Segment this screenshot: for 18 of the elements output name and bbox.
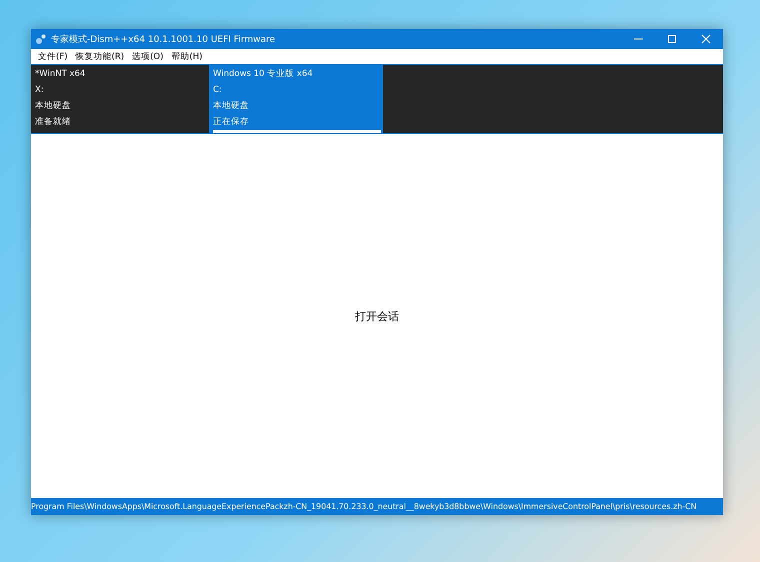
session-status: 准备就绪 [35, 116, 72, 129]
app-icon [35, 33, 47, 45]
menu-item[interactable]: 选项(O) [128, 50, 168, 62]
close-icon [701, 34, 711, 44]
menu-item[interactable]: 文件(F) [34, 50, 72, 62]
window-title: 专家模式-Dism++x64 10.1.1001.10 UEFI Firmware [51, 34, 276, 46]
content-message: 打开会话 [355, 308, 399, 324]
session-card[interactable]: Windows 10 专业版 x64 C: 本地硬盘 正在保存 [209, 65, 383, 133]
drive-letter: X: [35, 84, 45, 97]
menu-item[interactable]: 帮助(H) [167, 50, 206, 62]
drive-letter: C: [213, 84, 223, 97]
maximize-icon [667, 34, 677, 44]
session-name: *WinNT x64 [35, 68, 86, 81]
session-status: 正在保存 [213, 116, 250, 129]
session-name: Windows 10 专业版 x64 [213, 68, 314, 81]
menu-item[interactable]: 恢复功能(R) [72, 50, 128, 62]
disk-type: 本地硬盘 [35, 100, 72, 113]
disk-type: 本地硬盘 [213, 100, 250, 113]
